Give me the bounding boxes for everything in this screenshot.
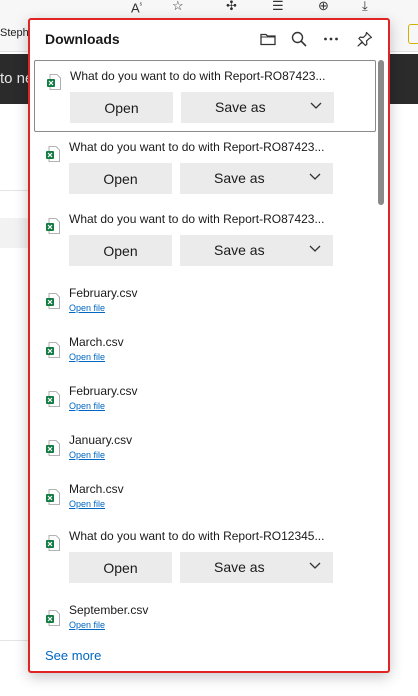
- open-file-link[interactable]: Open file: [69, 401, 105, 411]
- file-name: February.csv: [69, 384, 138, 398]
- bookmark-item[interactable]: Steph: [0, 27, 29, 39]
- chevron-down-icon: [309, 562, 321, 569]
- save-as-label: Save as: [215, 99, 266, 115]
- open-button[interactable]: Open: [69, 552, 172, 583]
- excel-file-icon: [46, 610, 60, 626]
- excel-file-icon: [46, 218, 60, 234]
- excel-file-icon: [46, 342, 60, 358]
- open-button[interactable]: Open: [69, 163, 172, 194]
- more-options-button[interactable]: [320, 28, 342, 50]
- download-file-item[interactable]: March.csv Open file: [34, 333, 376, 382]
- download-prompt-text: What do you want to do with Report-RO123…: [69, 529, 325, 543]
- excel-file-icon: [46, 293, 60, 309]
- more-options-icon: [324, 37, 338, 41]
- page-divider: [0, 190, 30, 191]
- open-button[interactable]: Open: [70, 92, 173, 123]
- excel-file-icon: [46, 146, 60, 162]
- browser-toolbar: Aˢ ☆ ✣ ☰ ⊕ ⤓: [0, 0, 418, 18]
- pin-button[interactable]: [354, 28, 376, 50]
- save-as-label: Save as: [214, 242, 265, 258]
- open-file-link[interactable]: Open file: [69, 620, 105, 630]
- collections-icon[interactable]: ⊕: [318, 0, 329, 14]
- chevron-down-icon: [309, 173, 321, 180]
- excel-file-icon: [47, 74, 61, 90]
- download-prompt-item[interactable]: What do you want to do with Report-RO874…: [34, 205, 376, 277]
- download-file-item[interactable]: September.csv Open file: [34, 601, 376, 642]
- downloads-title: Downloads: [45, 31, 120, 47]
- search-icon: [291, 31, 307, 47]
- favorite-star-icon[interactable]: ☆: [172, 0, 184, 14]
- save-as-label: Save as: [214, 170, 265, 186]
- downloads-header: Downloads: [30, 20, 388, 58]
- file-name: February.csv: [69, 286, 138, 300]
- open-folder-icon: [260, 33, 276, 46]
- bookmark-folder-icon[interactable]: [408, 24, 418, 44]
- excel-file-icon: [46, 535, 60, 551]
- page-divider: [0, 640, 30, 641]
- download-prompt-text: What do you want to do with Report-RO874…: [70, 69, 326, 83]
- excel-file-icon: [46, 440, 60, 456]
- open-file-link[interactable]: Open file: [69, 450, 105, 460]
- open-button[interactable]: Open: [69, 235, 172, 266]
- excel-file-icon: [46, 391, 60, 407]
- save-as-button[interactable]: Save as: [180, 552, 333, 583]
- file-name: September.csv: [69, 603, 149, 617]
- save-as-button[interactable]: Save as: [180, 163, 333, 194]
- open-folder-button[interactable]: [257, 28, 279, 50]
- save-as-label: Save as: [214, 559, 265, 575]
- download-prompt-item[interactable]: What do you want to do with Report-RO123…: [34, 522, 376, 594]
- chevron-down-icon: [309, 245, 321, 252]
- see-more-link[interactable]: See more: [45, 648, 101, 663]
- pin-icon: [357, 31, 373, 47]
- search-button[interactable]: [288, 28, 310, 50]
- open-file-link[interactable]: Open file: [69, 303, 105, 313]
- download-file-item[interactable]: February.csv Open file: [34, 284, 376, 333]
- save-as-button[interactable]: Save as: [181, 92, 334, 123]
- open-file-link[interactable]: Open file: [69, 352, 105, 362]
- page-field: [0, 218, 30, 248]
- download-prompt-text: What do you want to do with Report-RO874…: [69, 212, 325, 226]
- scrollbar-thumb[interactable]: [378, 60, 384, 205]
- downloads-list: What do you want to do with Report-RO874…: [30, 58, 376, 642]
- open-file-link[interactable]: Open file: [69, 499, 105, 509]
- chevron-down-icon: [310, 102, 322, 109]
- reader-mode-icon[interactable]: Aˢ: [131, 0, 142, 14]
- download-prompt-item[interactable]: What do you want to do with Report-RO874…: [34, 60, 376, 132]
- download-prompt-item[interactable]: What do you want to do with Report-RO874…: [34, 133, 376, 205]
- file-name: January.csv: [69, 433, 133, 447]
- extensions-icon[interactable]: ✣: [226, 0, 237, 14]
- favorites-list-icon[interactable]: ☰: [272, 0, 284, 14]
- download-prompt-text: What do you want to do with Report-RO874…: [69, 140, 325, 154]
- downloads-flyout: Downloads What do you want to do with Re…: [28, 18, 390, 673]
- file-name: March.csv: [69, 482, 124, 496]
- download-file-item[interactable]: January.csv Open file: [34, 431, 376, 480]
- save-as-button[interactable]: Save as: [180, 235, 333, 266]
- excel-file-icon: [46, 489, 60, 505]
- download-file-item[interactable]: February.csv Open file: [34, 382, 376, 431]
- downloads-icon[interactable]: ⤓: [362, 0, 368, 14]
- file-name: March.csv: [69, 335, 124, 349]
